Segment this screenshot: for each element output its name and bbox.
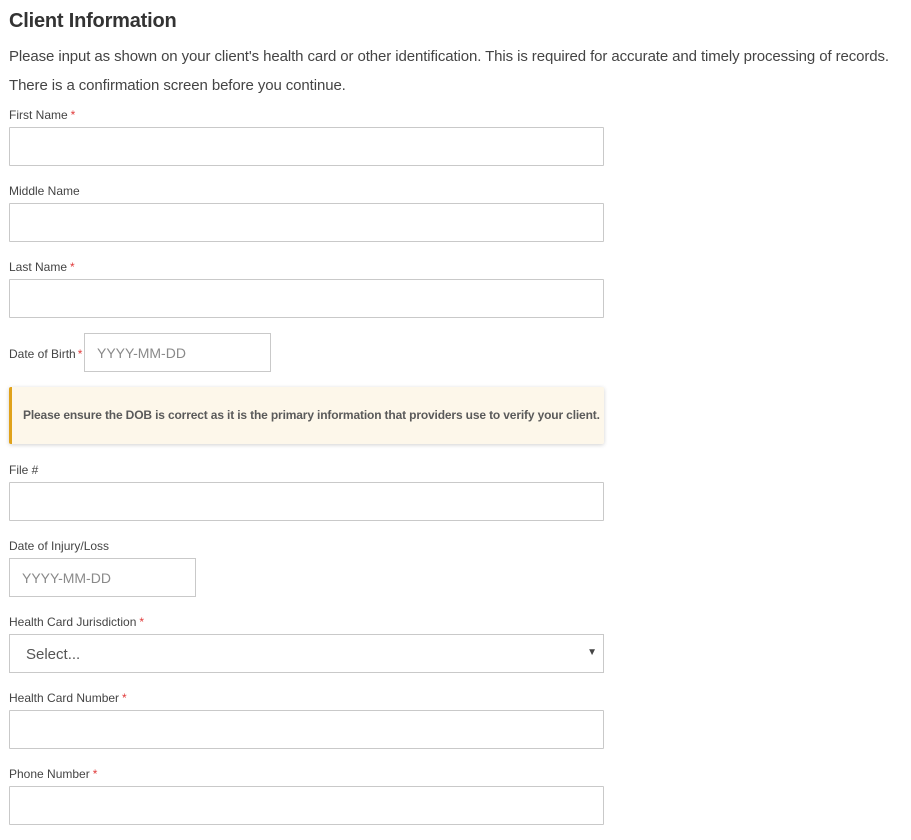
jurisdiction-label-text: Health Card Jurisdiction (9, 615, 137, 629)
required-marker: * (139, 615, 145, 629)
jurisdiction-selected-value: Select... (26, 646, 81, 663)
first-name-input[interactable] (10, 128, 603, 165)
file-number-input[interactable] (10, 483, 603, 520)
first-name-label-text: First Name (9, 108, 68, 122)
phone-number-label: Phone Number * (9, 767, 97, 781)
last-name-field[interactable] (9, 279, 604, 318)
date-of-injury-field[interactable] (9, 558, 196, 597)
page-title: Client Information (9, 10, 177, 32)
jurisdiction-select[interactable]: Select... ▼ (9, 634, 604, 673)
health-card-number-field[interactable] (9, 710, 604, 749)
health-card-number-input[interactable] (10, 711, 603, 748)
file-number-field[interactable] (9, 482, 604, 521)
dob-label: Date of Birth * (9, 347, 82, 361)
dob-label-text: Date of Birth (9, 347, 76, 361)
middle-name-label-text: Middle Name (9, 184, 80, 198)
dob-warning-text: Please ensure the DOB is correct as it i… (23, 408, 600, 422)
dob-field[interactable] (84, 333, 271, 372)
middle-name-field[interactable] (9, 203, 604, 242)
last-name-label-text: Last Name (9, 260, 68, 274)
dob-warning-notice: Please ensure the DOB is correct as it i… (9, 387, 604, 444)
middle-name-label: Middle Name (9, 184, 80, 198)
date-of-injury-input[interactable] (10, 559, 195, 596)
last-name-label: Last Name * (9, 260, 75, 274)
jurisdiction-label: Health Card Jurisdiction * (9, 615, 144, 629)
required-marker: * (92, 767, 98, 781)
intro-text-line-2: There is a confirmation screen before yo… (9, 77, 346, 94)
last-name-input[interactable] (10, 280, 603, 317)
required-marker: * (70, 108, 76, 122)
required-marker: * (122, 691, 127, 705)
required-marker: * (77, 347, 83, 361)
phone-number-field[interactable] (9, 786, 604, 825)
middle-name-input[interactable] (10, 204, 603, 241)
first-name-label: First Name * (9, 108, 75, 122)
intro-text-line-1: Please input as shown on your client's h… (9, 48, 889, 65)
date-of-injury-label: Date of Injury/Loss (9, 539, 109, 553)
required-marker: * (70, 260, 75, 274)
file-number-label-text: File # (9, 463, 39, 477)
phone-number-input[interactable] (10, 787, 603, 824)
phone-number-label-text: Phone Number (9, 767, 90, 781)
health-card-number-label-text: Health Card Number (9, 691, 120, 705)
caret-down-icon: ▼ (587, 647, 597, 658)
dob-input[interactable] (85, 334, 270, 371)
first-name-field[interactable] (9, 127, 604, 166)
date-of-injury-label-text: Date of Injury/Loss (9, 539, 110, 553)
file-number-label: File # (9, 463, 38, 477)
health-card-number-label: Health Card Number * (9, 691, 127, 705)
